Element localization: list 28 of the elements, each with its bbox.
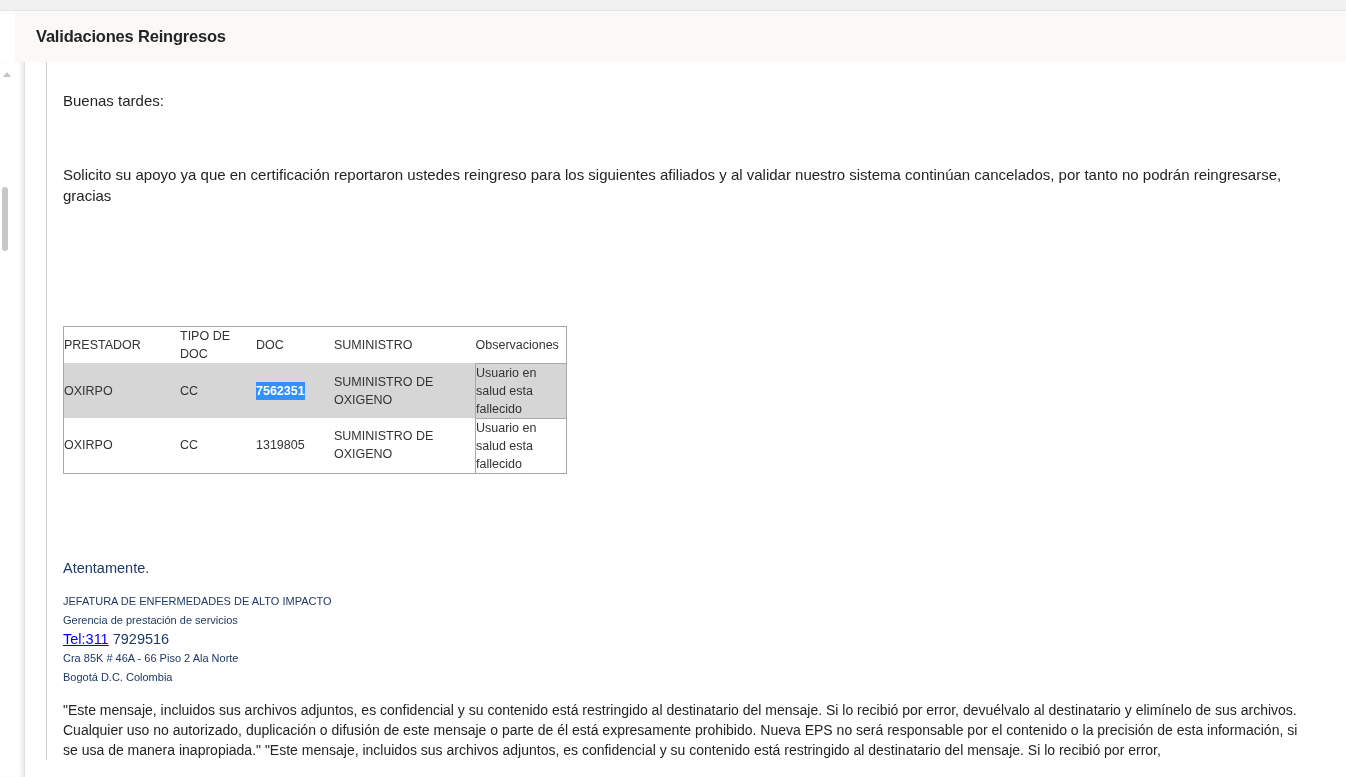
- closing-text: Atentamente.: [63, 559, 151, 576]
- column-header: Observaciones: [475, 326, 567, 363]
- table-cell: OXIRPO: [63, 418, 180, 473]
- table-cell: OXIRPO: [63, 363, 180, 418]
- department-text: JEFATURA DE ENFERMEDADES DE ALTO IMPACTO: [63, 593, 333, 609]
- greeting-text: Buenas tardes:: [63, 92, 165, 109]
- phone-link[interactable]: Tel:311: [63, 630, 109, 647]
- scrollbar-thumb[interactable]: [2, 187, 8, 251]
- column-header: TIPO DE DOC: [180, 326, 256, 363]
- column-header: SUMINISTRO: [334, 326, 476, 363]
- table-cell: Usuario en salud esta fallecido: [475, 363, 567, 418]
- disclaimer-text: "Este mensaje, incluidos sus archivos adjuntos, es confidencial y su contenido está restringido al destinatario del mensaje. Si lo recibió por error, devuélvalo al destinatario y elimínelo de sus archivos. Cualquier uso no autorizado, duplicación o difusión de este mensaje o parte de él está expresamente prohibido. Nueva EPS no será responsable por el contenido o la precisión de esta información, si se usa de manera inapropiada." "Este mensaje, incluidos sus archivos adjuntos, es confidencial y su contenido está restringido al destinatario del mensaje. Si lo recibió por error,: [63, 700, 1299, 760]
- address-text: Cra 85K # 46A - 66 Piso 2 Ala Norte: [63, 650, 240, 666]
- table-cell: CC: [180, 418, 256, 473]
- selected-text: 7562351: [256, 381, 305, 400]
- table-cell: SUMINISTRO DE OXIGENO: [334, 418, 476, 473]
- phone-number: 7929516: [112, 630, 170, 647]
- column-header: DOC: [256, 326, 334, 363]
- table-cell: SUMINISTRO DE OXIGENO: [334, 363, 476, 418]
- column-header: PRESTADOR: [63, 326, 180, 363]
- message-title: Validaciones Reingresos: [36, 27, 226, 46]
- scroll-up-icon[interactable]: [3, 72, 11, 77]
- table-cell: CC: [180, 363, 256, 418]
- table-cell: 1319805: [256, 418, 334, 473]
- table-cell: Usuario en salud esta fallecido: [475, 418, 567, 473]
- city-text: Bogotá D.C. Colombia: [63, 669, 174, 685]
- office-text: Gerencia de prestación de servicios: [63, 612, 239, 628]
- body-text: Solicito su apoyo ya que en certificación reportaron ustedes reingreso para los siguientes afiliados y al validar nuestro sistema continúan cancelados, por tanto no podrán reingresarse, gracias: [63, 165, 1283, 206]
